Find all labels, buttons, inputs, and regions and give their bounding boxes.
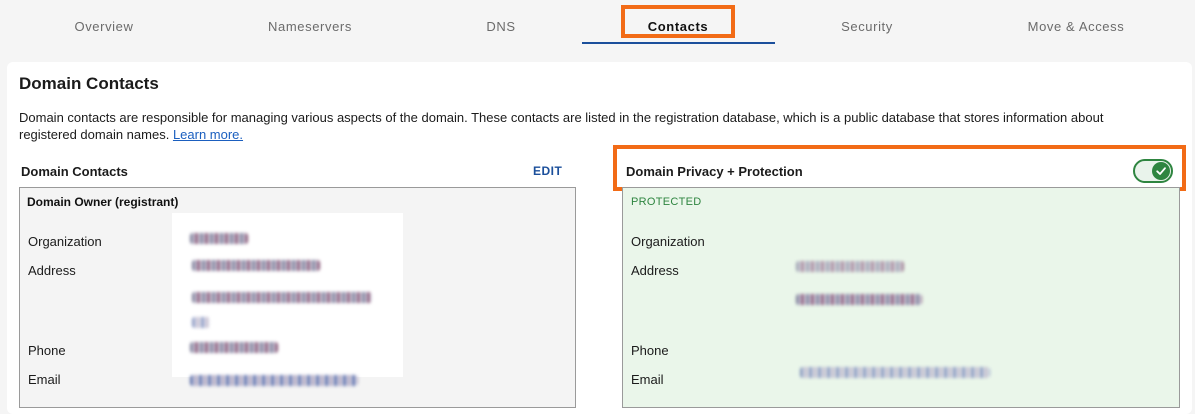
owner-address-label: Address <box>28 263 76 278</box>
tab-move-access[interactable]: Move & Access <box>1016 16 1136 38</box>
privacy-address-line2 <box>796 294 922 305</box>
highlight-box-contacts <box>621 5 735 38</box>
owner-email-label: Email <box>28 372 61 387</box>
owner-address-line2 <box>192 292 372 303</box>
privacy-toggle[interactable] <box>1133 159 1173 183</box>
check-icon <box>1152 162 1170 180</box>
page-title: Domain Contacts <box>19 74 159 93</box>
protected-status-badge: PROTECTED <box>631 196 702 208</box>
privacy-email-value <box>800 367 990 378</box>
owner-email-value <box>190 375 358 386</box>
privacy-heading: Domain Privacy + Protection <box>626 164 803 179</box>
contacts-heading: Domain Contacts <box>21 164 128 179</box>
owner-phone-label: Phone <box>28 343 66 358</box>
active-tab-underline <box>582 42 775 44</box>
owner-organization-value <box>190 233 248 244</box>
edit-button[interactable]: EDIT <box>533 164 562 178</box>
tab-nameservers[interactable]: Nameservers <box>250 16 370 38</box>
privacy-address-line1 <box>796 261 904 272</box>
owner-title: Domain Owner (registrant) <box>27 195 179 209</box>
tab-dns[interactable]: DNS <box>441 16 561 38</box>
privacy-email-label: Email <box>631 372 664 387</box>
tab-overview[interactable]: Overview <box>44 16 164 38</box>
tab-bar: Overview Nameservers DNS Contacts Securi… <box>0 0 1195 48</box>
owner-address-line3 <box>192 317 210 328</box>
privacy-phone-label: Phone <box>631 343 669 358</box>
learn-more-link[interactable]: Learn more. <box>173 127 243 142</box>
owner-organization-label: Organization <box>28 234 102 249</box>
privacy-organization-label: Organization <box>631 234 705 249</box>
privacy-address-label: Address <box>631 263 679 278</box>
owner-phone-value <box>190 342 278 353</box>
tab-security[interactable]: Security <box>807 16 927 38</box>
description: Domain contacts are responsible for mana… <box>19 109 1159 143</box>
owner-address-line1 <box>192 260 320 271</box>
